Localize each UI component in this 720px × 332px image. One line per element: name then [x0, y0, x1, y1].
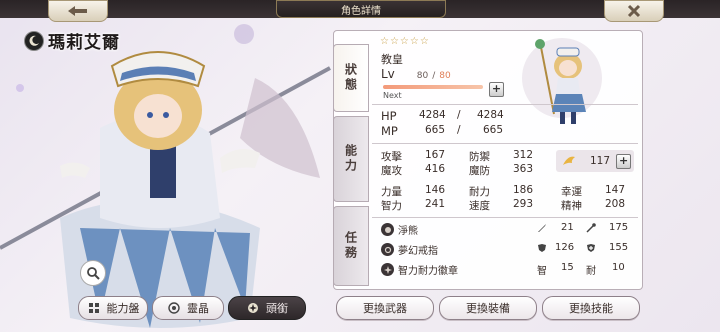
hp-max: 4284 — [477, 109, 504, 121]
screen-title: 角色詳情 — [276, 0, 446, 18]
hp-row: HP 4284 / 4284 — [381, 109, 511, 123]
stat-label: 攻擊 — [381, 151, 402, 163]
attr-value: 146 — [425, 184, 446, 196]
character-name: 瑪莉艾爾 — [48, 33, 120, 53]
character-artwork — [0, 24, 331, 328]
exp-bar-fill — [383, 85, 483, 89]
attr-label: 幸運 — [561, 186, 582, 198]
equip-stat: 155 — [609, 242, 629, 253]
attr-label: 精神 — [561, 200, 582, 212]
close-button[interactable] — [604, 0, 664, 22]
rarity-stars: ☆☆☆☆☆ — [380, 36, 430, 47]
mp-row: MP 665 / 665 — [381, 124, 511, 138]
mp-current: 665 — [425, 124, 446, 136]
attr-label: 力量 — [381, 186, 402, 198]
allocate-points-button[interactable]: + — [616, 153, 632, 169]
title-badge-icon — [246, 301, 260, 315]
crystal-icon — [167, 301, 181, 315]
equip-stat: 175 — [609, 222, 629, 233]
level-up-button[interactable]: + — [489, 82, 504, 97]
level-row: Lv 80 / 80 — [381, 67, 451, 81]
tab-ability[interactable]: 能力 — [333, 116, 369, 202]
equip-stat-label: 智 — [537, 266, 547, 277]
stat-value: 312 — [513, 149, 534, 161]
attr-label: 耐力 — [469, 186, 490, 198]
ability-board-button[interactable]: 能力盤 — [78, 296, 148, 320]
change-skill-button[interactable]: 更換技能 — [542, 296, 640, 320]
chibi-portrait — [522, 38, 602, 124]
divider — [372, 143, 638, 144]
mp-label: MP — [381, 124, 398, 138]
staff-icon — [586, 223, 596, 236]
title-label: 頭銜 — [266, 302, 288, 315]
weapon-slot-icon — [381, 223, 394, 236]
equip-row-weapon[interactable]: 淨熊 — [381, 222, 418, 237]
equip-stat-label: 耐 — [586, 266, 596, 277]
next-label: Next — [383, 91, 402, 100]
equip-name: 智力耐力徽章 — [398, 266, 458, 277]
level-label: Lv — [381, 67, 395, 81]
sword-icon — [537, 223, 547, 236]
equip-stat: 10 — [612, 262, 625, 273]
attr-value: 208 — [605, 198, 626, 210]
attr-value: 241 — [425, 198, 446, 210]
divider — [372, 217, 638, 218]
level-current: 80 — [416, 71, 429, 81]
attr-value: 293 — [513, 198, 534, 210]
job-name: 教皇 — [381, 53, 403, 66]
equip-stat: 21 — [561, 222, 574, 233]
exp-bar — [383, 85, 483, 89]
combat-stats: 攻擊 167 防禦 312 魔攻 416 魔防 363 — [381, 149, 541, 177]
close-icon — [627, 4, 641, 18]
character-name-plate: 瑪莉艾爾 — [24, 28, 120, 53]
level-sep: / — [432, 71, 436, 81]
moon-element-icon — [24, 30, 44, 51]
magic-shield-icon — [586, 243, 596, 256]
badge-slot-icon — [381, 263, 394, 276]
stat-value: 363 — [513, 163, 534, 175]
stat-label: 魔攻 — [381, 165, 402, 177]
equip-row-badge[interactable]: 智力耐力徽章 — [381, 262, 458, 277]
level-max: 80 — [439, 71, 451, 81]
change-weapon-button[interactable]: 更換武器 — [336, 296, 434, 320]
tab-status[interactable]: 狀態 — [333, 44, 369, 112]
hp-label: HP — [381, 109, 397, 123]
back-arrow-icon — [68, 6, 87, 16]
attribute-stats: 力量 146 耐力 186 幸運 147 智力 241 速度 293 精神 20… — [381, 184, 636, 212]
magnifier-icon — [87, 267, 100, 280]
stat-label: 魔防 — [469, 165, 490, 177]
attr-value: 186 — [513, 184, 534, 196]
tab-duty[interactable]: 任務 — [333, 206, 369, 286]
grid-icon — [87, 301, 101, 315]
stat-value: 167 — [425, 149, 446, 161]
stat-points-box: 117 + — [556, 150, 634, 172]
zoom-button[interactable] — [80, 260, 106, 286]
equip-row-ring[interactable]: 夢幻戒指 — [381, 242, 438, 257]
mp-max: 665 — [483, 124, 504, 136]
change-gear-button[interactable]: 更換裝備 — [439, 296, 537, 320]
shield-icon — [537, 243, 547, 256]
stat-label: 防禦 — [469, 151, 490, 163]
mp-sep: / — [457, 124, 461, 136]
equip-stat: 126 — [555, 242, 575, 253]
equipment-list: 淨熊 21 175 夢幻戒指 126 155 智力耐力徽章 智 15 耐 10 — [381, 222, 631, 278]
equip-stat: 15 — [561, 262, 574, 273]
ability-board-label: 能力盤 — [106, 302, 140, 315]
attr-label: 速度 — [469, 200, 490, 212]
divider — [372, 104, 638, 105]
equip-name: 淨熊 — [398, 226, 418, 237]
attr-value: 147 — [605, 184, 626, 196]
ring-slot-icon — [381, 243, 394, 256]
equip-name: 夢幻戒指 — [398, 246, 438, 257]
hp-sep: / — [457, 109, 461, 121]
attr-label: 智力 — [381, 200, 402, 212]
stat-value: 416 — [425, 163, 446, 175]
spirit-crystal-button[interactable]: 靈晶 — [152, 296, 224, 320]
stat-points-value: 117 — [590, 155, 611, 167]
hp-current: 4284 — [419, 109, 446, 121]
wing-icon — [563, 156, 575, 165]
spirit-crystal-label: 靈晶 — [187, 302, 209, 315]
title-button[interactable]: 頭銜 — [228, 296, 306, 320]
